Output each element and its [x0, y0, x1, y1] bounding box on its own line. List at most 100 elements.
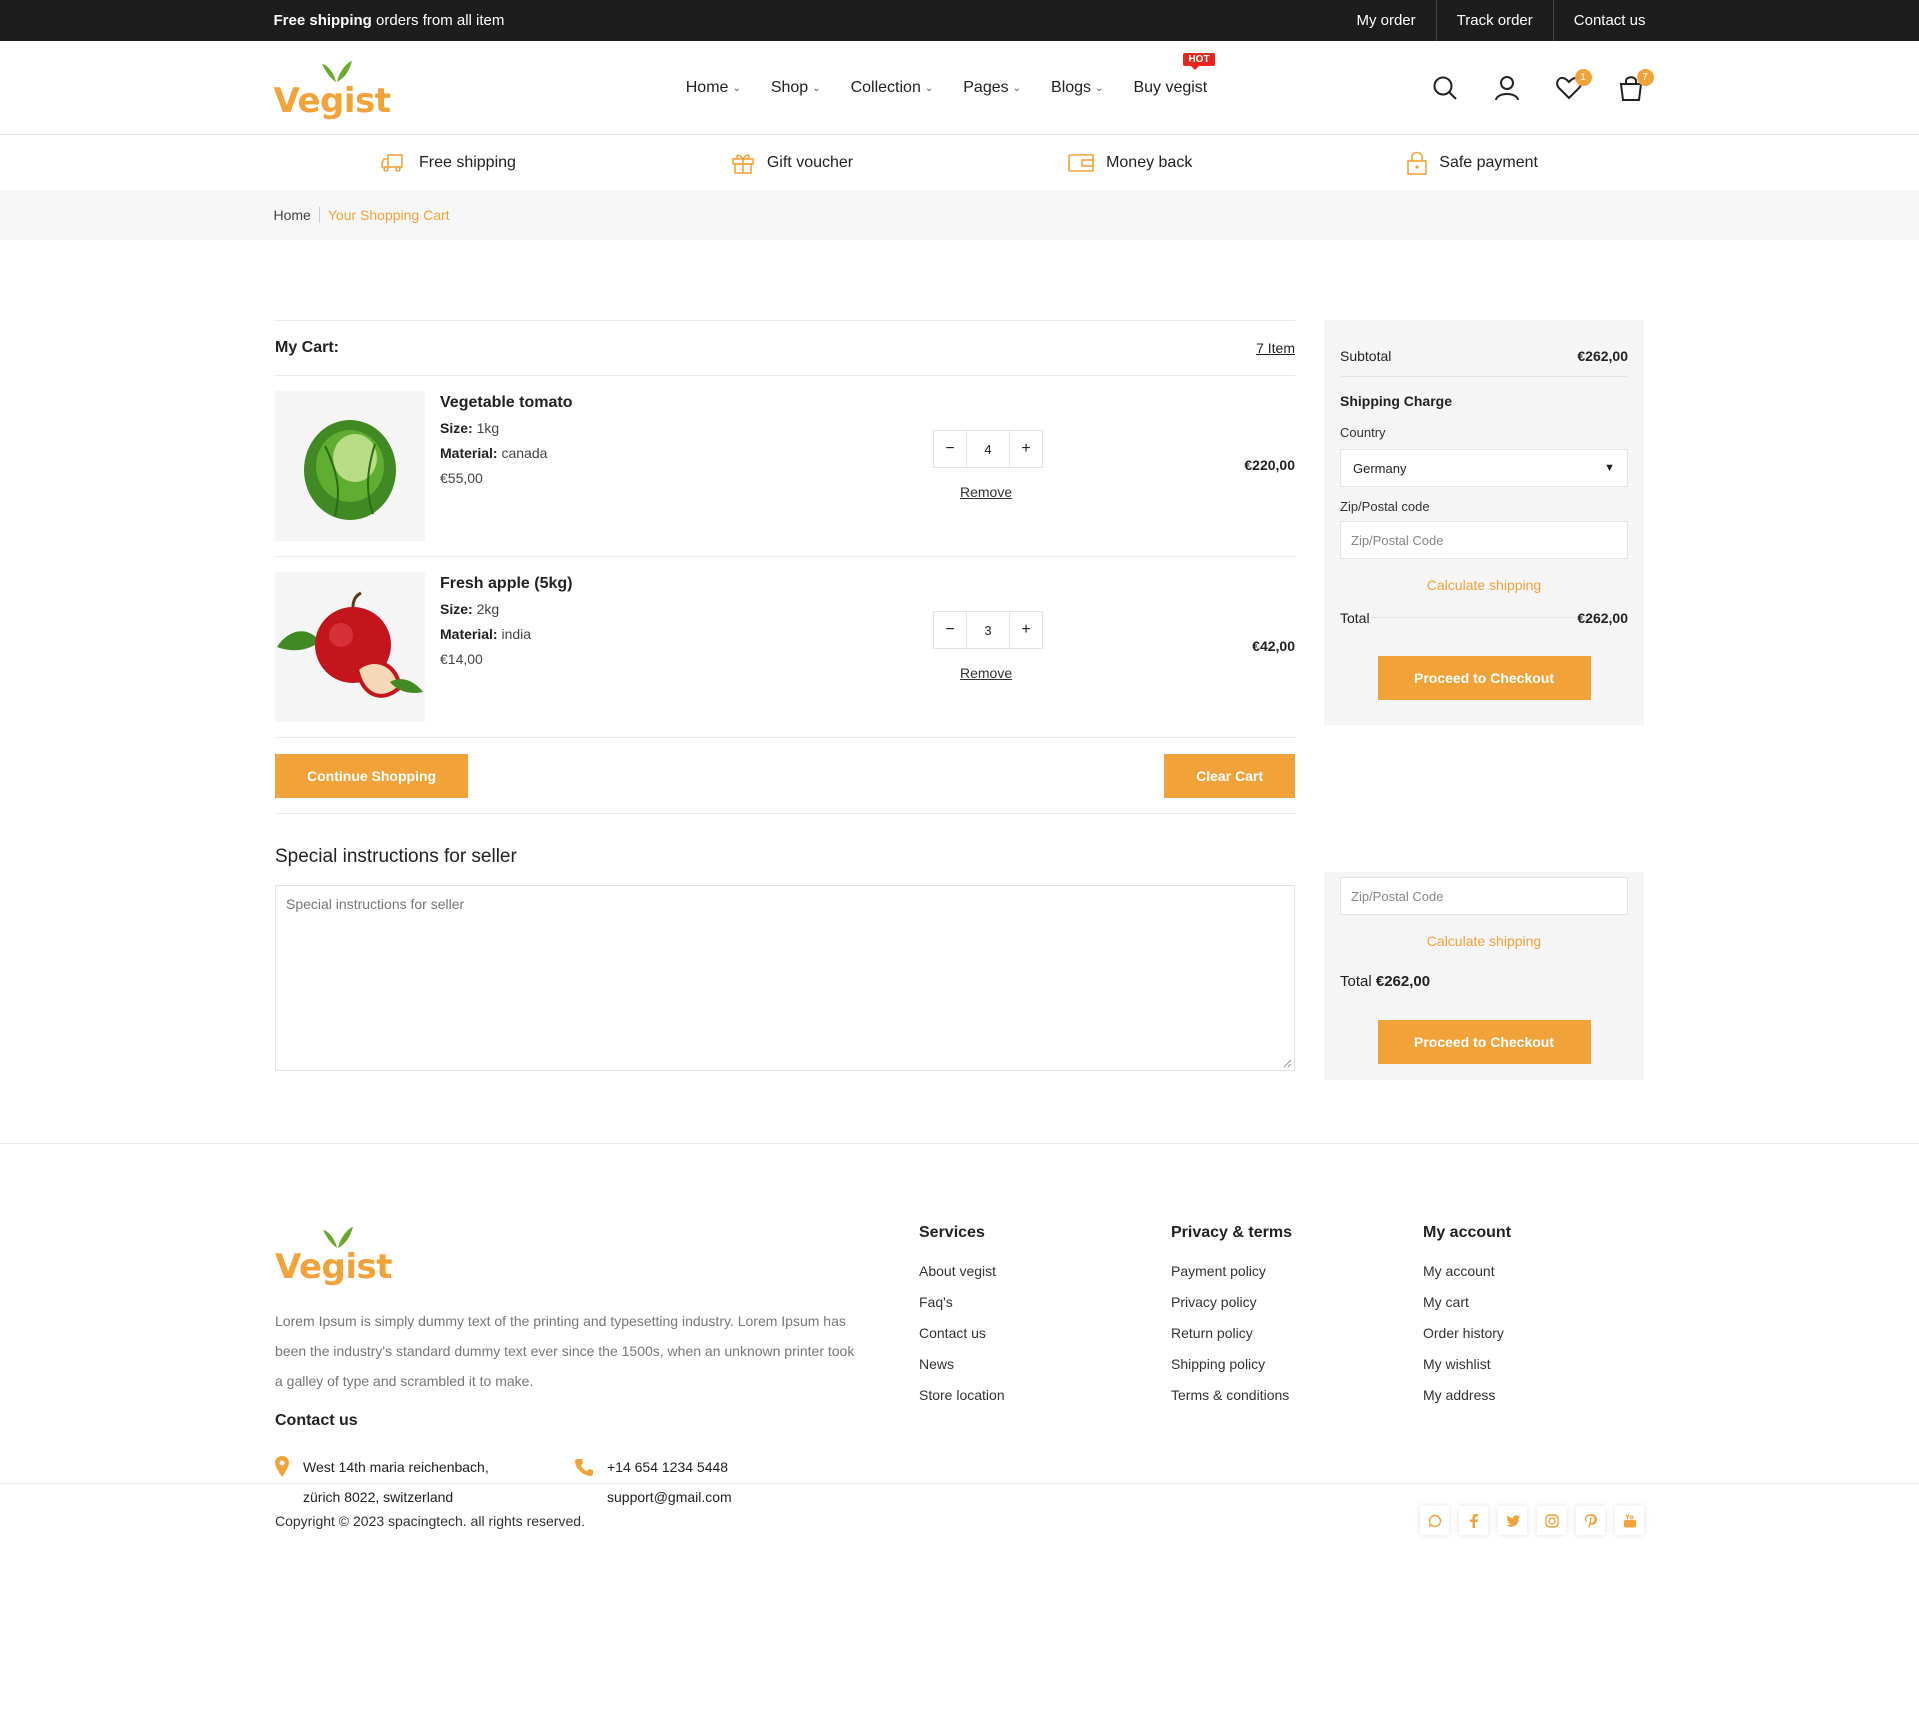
footer-link[interactable]: Shipping policy — [1171, 1349, 1292, 1380]
nav-home[interactable]: Home ⌄ — [686, 79, 741, 97]
features-strip: Free shipping Gift voucher Money back Sa… — [0, 135, 1919, 190]
remove-link[interactable]: Remove — [960, 484, 1012, 500]
product-price: €14,00 — [440, 651, 483, 667]
clear-cart-button[interactable]: Clear Cart — [1164, 753, 1295, 798]
resize-handle-icon[interactable] — [1282, 1058, 1292, 1068]
remove-link[interactable]: Remove — [960, 665, 1012, 681]
cart-list: My Cart: 7 Item Vegetable tomato Size: 1… — [275, 320, 1295, 1071]
contact-title: Contact us — [275, 1412, 358, 1429]
footer-link[interactable]: My cart — [1423, 1287, 1511, 1318]
footer-link[interactable]: My account — [1423, 1256, 1511, 1287]
footer-link[interactable]: About vegist — [919, 1256, 1005, 1287]
footer-column-title: My account — [1423, 1224, 1512, 1241]
increment-button[interactable]: + — [1010, 431, 1042, 467]
nav-buy-vegist[interactable]: HOT Buy vegist — [1133, 53, 1215, 97]
feature-gift-voucher: Gift voucher — [731, 151, 853, 175]
material-label: Material: — [440, 445, 498, 461]
cart-header: My Cart: 7 Item — [275, 320, 1295, 376]
chevron-down-icon: ▼ — [1604, 462, 1615, 474]
footer-link[interactable]: Order history — [1423, 1318, 1511, 1349]
checkout-button[interactable]: Proceed to Checkout — [1377, 1020, 1591, 1064]
footer-link[interactable]: News — [919, 1349, 1005, 1380]
subtotal-label: Subtotal — [1340, 348, 1392, 364]
feature-label: Free shipping — [418, 153, 516, 171]
whatsapp-icon[interactable] — [1420, 1506, 1449, 1535]
wishlist-icon[interactable]: 1 — [1554, 69, 1592, 103]
footer-link[interactable]: Privacy policy — [1171, 1287, 1292, 1318]
instagram-icon[interactable] — [1537, 1506, 1566, 1535]
quantity-input[interactable]: 4 — [966, 431, 1010, 467]
quantity-stepper: − 3 + — [933, 611, 1043, 649]
total-row: Total €262,00 — [1340, 610, 1628, 626]
total-row: Total €262,00 — [1340, 973, 1628, 990]
material-label: Material: — [440, 626, 498, 642]
nav-blogs[interactable]: Blogs ⌄ — [1051, 79, 1103, 97]
footer-privacy: Privacy & terms Payment policy Privacy p… — [1171, 1224, 1292, 1411]
nav-shop[interactable]: Shop ⌄ — [771, 79, 821, 97]
site-logo[interactable]: Vegist — [274, 58, 391, 118]
nav-label: Pages — [963, 79, 1009, 96]
facebook-icon[interactable] — [1459, 1506, 1488, 1535]
footer-link[interactable]: My address — [1423, 1380, 1511, 1411]
social-links — [1420, 1506, 1644, 1535]
nav-label: Buy vegist — [1133, 79, 1208, 96]
contact-us-link[interactable]: Contact us — [1552, 0, 1646, 41]
track-order-link[interactable]: Track order — [1435, 0, 1553, 41]
footer-link[interactable]: Contact us — [919, 1318, 1005, 1349]
size-label: Size: — [440, 420, 473, 436]
phone-number[interactable]: +14 654 1234 5448 — [607, 1452, 732, 1482]
special-instructions-textarea[interactable]: Special instructions for seller — [275, 885, 1295, 1071]
continue-shopping-button[interactable]: Continue Shopping — [275, 753, 469, 798]
quantity-input[interactable]: 3 — [966, 612, 1010, 648]
product-image-cabbage[interactable] — [275, 391, 425, 541]
cart-count-badge: 7 — [1636, 69, 1654, 86]
gift-icon — [732, 153, 754, 174]
decrement-button[interactable]: − — [934, 431, 966, 467]
feature-money-back: Money back — [1068, 151, 1192, 175]
feature-free-shipping: Free shipping — [381, 151, 516, 175]
decrement-button[interactable]: − — [934, 612, 966, 648]
promo-text: Free shipping orders from all item — [274, 12, 505, 29]
breadcrumb-home[interactable]: Home — [274, 207, 320, 223]
footer-column-title: Services — [919, 1224, 985, 1241]
zip-input[interactable]: Zip/Postal Code — [1340, 521, 1628, 559]
calculate-shipping-link[interactable]: Calculate shipping — [1340, 577, 1628, 593]
nav-label: Shop — [770, 79, 809, 96]
cart-icon[interactable]: 7 — [1616, 69, 1654, 103]
increment-button[interactable]: + — [1010, 612, 1042, 648]
total-label: Total — [1340, 973, 1372, 990]
order-summary-secondary: Zip/Postal Code Calculate shipping Total… — [1324, 872, 1644, 1080]
special-instructions-title: Special instructions for seller — [275, 846, 517, 867]
cart-item: Fresh apple (5kg) Size: 2kg Material: in… — [275, 557, 1295, 738]
user-icon[interactable] — [1492, 73, 1522, 103]
main-nav: Home ⌄ Shop ⌄ Collection ⌄ Pages ⌄ Blogs ⌄ HO… — [686, 53, 1215, 97]
footer-link[interactable]: Payment policy — [1171, 1256, 1292, 1287]
feature-label: Gift voucher — [766, 153, 854, 171]
country-select[interactable]: Germany ▼ — [1340, 449, 1628, 487]
product-name[interactable]: Fresh apple (5kg) — [440, 575, 572, 593]
zip-input[interactable]: Zip/Postal Code — [1340, 877, 1628, 915]
line-total: €220,00 — [1244, 457, 1295, 473]
footer-link[interactable]: Return policy — [1171, 1318, 1292, 1349]
footer-logo[interactable]: Vegist — [275, 1224, 393, 1284]
nav-label: Collection — [850, 79, 921, 96]
youtube-icon[interactable] — [1615, 1506, 1644, 1535]
product-image-apple[interactable] — [275, 572, 425, 722]
breadcrumb: Home Your Shopping Cart — [0, 190, 1919, 240]
cart-item-count: 7 Item — [1256, 340, 1295, 356]
footer-link[interactable]: My wishlist — [1423, 1349, 1511, 1380]
search-icon[interactable] — [1430, 73, 1460, 103]
checkout-button[interactable]: Proceed to Checkout — [1377, 656, 1591, 700]
nav-label: Home — [685, 79, 729, 96]
footer-link[interactable]: Terms & conditions — [1171, 1380, 1292, 1411]
nav-pages[interactable]: Pages ⌄ — [963, 79, 1021, 97]
footer-link[interactable]: Faq's — [919, 1287, 1005, 1318]
footer-link[interactable]: Store location — [919, 1380, 1005, 1411]
my-order-link[interactable]: My order — [1336, 0, 1435, 41]
product-name[interactable]: Vegetable tomato — [440, 394, 572, 412]
twitter-icon[interactable] — [1498, 1506, 1527, 1535]
pinterest-icon[interactable] — [1576, 1506, 1605, 1535]
promo-bold: Free shipping — [273, 12, 372, 29]
nav-collection[interactable]: Collection ⌄ — [851, 79, 934, 97]
calculate-shipping-link[interactable]: Calculate shipping — [1340, 933, 1628, 949]
